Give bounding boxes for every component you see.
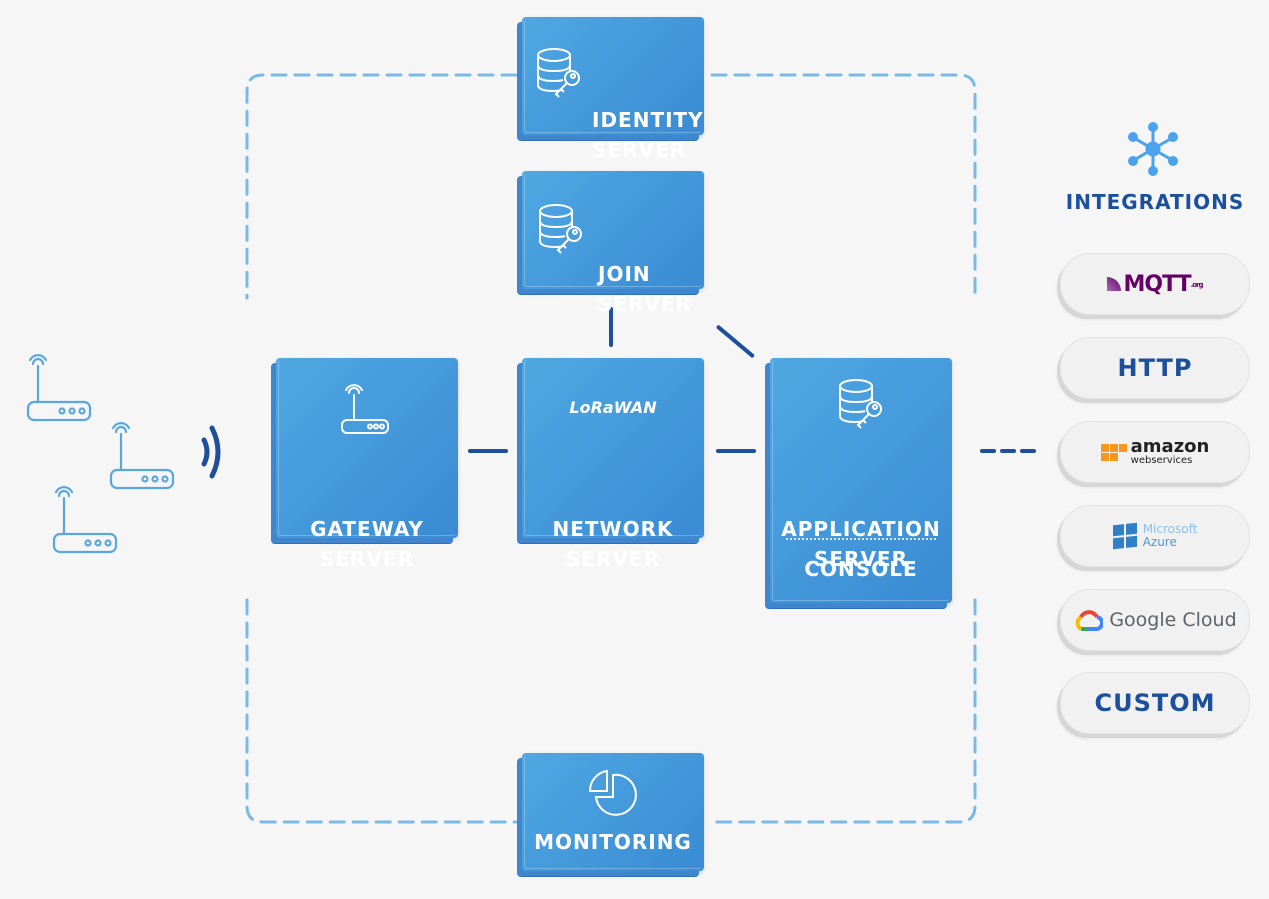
database-key-icon	[839, 379, 882, 429]
integration-aws[interactable]: amazon webservices	[1060, 421, 1250, 483]
database-key-icon	[537, 48, 580, 98]
identity-server-box[interactable]: IDENTITY SERVER	[522, 17, 704, 162]
router-icon	[341, 384, 389, 434]
console-label: CONSOLE	[804, 557, 918, 581]
monitoring-label: MONITORING	[534, 830, 692, 854]
integration-azure[interactable]: Microsoft Azure	[1060, 505, 1250, 567]
custom-label: CUSTOM	[1094, 689, 1216, 717]
device-router-2	[109, 422, 175, 490]
aws-logo: amazon webservices	[1130, 436, 1210, 466]
device-router-3	[52, 486, 118, 554]
lorawan-logo: LoRaWAN	[569, 398, 657, 417]
application-server-box[interactable]: APPLICATION SERVER CONSOLE	[770, 358, 952, 603]
application-server-label: APPLICATION SERVER	[781, 517, 941, 571]
azure-logo: Microsoft Azure	[1142, 522, 1198, 549]
database-key-icon	[539, 204, 582, 254]
network-server-box[interactable]: LoRaWAN NETWORK SERVER	[522, 358, 704, 571]
integration-mqtt[interactable]: MQTT.org	[1060, 253, 1250, 315]
gateway-server-box[interactable]: GATEWAY SERVER	[276, 358, 458, 571]
http-label: HTTP	[1117, 354, 1193, 382]
join-server-label: JOIN SERVER	[598, 262, 693, 316]
integrations-title: INTEGRATIONS	[1065, 190, 1245, 214]
divider	[786, 538, 936, 540]
join-server-box[interactable]: JOIN SERVER	[522, 171, 704, 316]
pie-chart-icon	[588, 769, 637, 816]
google-cloud-label: Google Cloud	[1109, 609, 1237, 631]
integration-http[interactable]: HTTP	[1060, 337, 1250, 399]
integration-google-cloud[interactable]: Google Cloud	[1060, 589, 1250, 651]
connector-gateway-network	[468, 449, 508, 453]
network-server-label: NETWORK SERVER	[552, 517, 674, 571]
signal-waves-icon	[201, 425, 221, 479]
device-router-1	[26, 354, 92, 422]
monitoring-box[interactable]: MONITORING	[522, 753, 704, 871]
connector-network-application	[716, 449, 756, 453]
connector-application-integrations	[980, 449, 1036, 453]
mqtt-logo: MQTT.org	[1107, 272, 1204, 297]
aws-cubes-icon	[1100, 443, 1127, 461]
windows-icon	[1112, 522, 1137, 550]
google-cloud-icon	[1076, 610, 1104, 631]
gateway-server-label: GATEWAY SERVER	[310, 517, 424, 571]
hub-network-icon	[1128, 122, 1178, 176]
integration-custom[interactable]: CUSTOM	[1060, 672, 1250, 734]
